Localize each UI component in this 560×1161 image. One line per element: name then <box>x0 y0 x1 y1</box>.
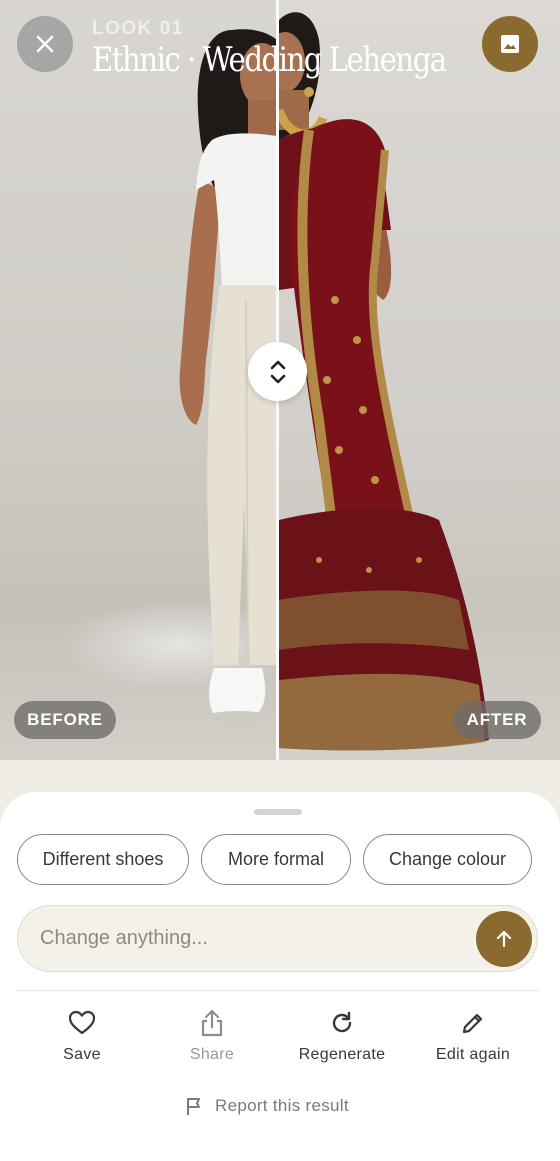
close-icon <box>36 35 54 53</box>
after-tag: AFTER <box>453 701 541 739</box>
report-label: Report this result <box>215 1096 349 1115</box>
before-image <box>0 0 277 760</box>
result-screen: BEFORE AFTER LOOK 01 Ethnic · Wedding Le… <box>0 0 560 1161</box>
save-button[interactable]: Save <box>22 1008 142 1068</box>
flag-icon <box>187 1098 200 1115</box>
compare-handle[interactable] <box>248 342 307 401</box>
suggestion-chip-more-formal[interactable]: More formal <box>201 834 351 885</box>
edit-again-button[interactable]: Edit again <box>413 1008 533 1068</box>
after-person-illustration <box>279 12 489 751</box>
bottom-sheet: Different shoes More formal Change colou… <box>0 792 560 1161</box>
before-tag: BEFORE <box>14 701 116 739</box>
change-anything-input[interactable] <box>40 906 460 970</box>
composer <box>17 905 538 972</box>
look-title: Ethnic · Wedding Lehenga <box>92 40 447 80</box>
sheet-grabber[interactable] <box>254 809 302 815</box>
edit-again-label: Edit again <box>435 1046 511 1063</box>
close-button[interactable] <box>17 16 73 72</box>
suggestion-chip-different-shoes[interactable]: Different shoes <box>17 834 189 885</box>
arrow-up-icon <box>496 930 512 948</box>
share-icon <box>197 1008 227 1038</box>
regenerate-button[interactable]: Regenerate <box>282 1008 402 1068</box>
look-number: LOOK 01 <box>92 18 184 39</box>
suggestion-chip-change-colour[interactable]: Change colour <box>363 834 532 885</box>
before-person-illustration <box>179 29 277 721</box>
image-icon <box>501 35 519 53</box>
pencil-icon <box>458 1008 488 1038</box>
refresh-icon <box>327 1008 357 1038</box>
report-result-link[interactable]: Report this result <box>185 1094 349 1118</box>
gallery-button[interactable] <box>482 16 538 72</box>
unfold-icon <box>270 360 285 383</box>
send-button[interactable] <box>476 911 532 967</box>
regenerate-label: Regenerate <box>298 1046 386 1063</box>
after-image <box>279 0 560 760</box>
heart-icon <box>67 1008 97 1038</box>
share-label: Share <box>189 1046 235 1063</box>
share-button[interactable]: Share <box>152 1008 272 1068</box>
save-label: Save <box>63 1046 101 1063</box>
before-after-compare[interactable]: BEFORE AFTER <box>0 0 560 760</box>
divider <box>17 990 538 991</box>
